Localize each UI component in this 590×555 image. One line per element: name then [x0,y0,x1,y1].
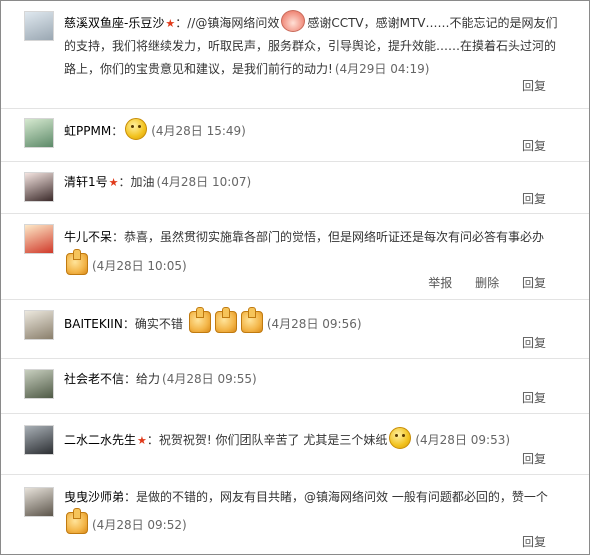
vip-star-icon: ★ [137,434,147,447]
reply-button[interactable]: 回复 [522,79,546,93]
comment-actions: 回复 [503,77,546,94]
thumbs-up-icon [188,307,211,333]
comment-username[interactable]: 慈溪双鱼座-乐豆沙 [64,16,164,30]
thumbs-up-icon [66,508,88,534]
comment-content: 二水二水先生★：祝贺祝贺! 你们团队辛苦了 尤其是三个妹纸 (4月28日 09:5… [64,427,559,452]
reply-button[interactable]: 回复 [522,391,546,405]
reply-button[interactable]: 回复 [522,276,546,290]
comment-username[interactable]: 清轩1号 [64,175,108,189]
comment-actions: 回复 [503,533,546,550]
vip-star-icon: ★ [108,176,119,189]
comment-username[interactable]: 曳曳沙师弟 [64,490,124,504]
reply-button[interactable]: 回复 [522,139,546,153]
reply-button[interactable]: 回复 [522,535,546,549]
comment-item: 社会老不信：给力 (4月28日 09:55) 回复 [1,359,589,414]
comment-username[interactable]: 二水二水先生 [64,433,136,447]
comment-item: 牛儿不呆：恭喜，虽然贯彻实施靠各部门的觉悟，但是网络听证还是每次有问必答有事必办… [1,214,589,300]
comment-content: 牛儿不呆：恭喜，虽然贯彻实施靠各部门的觉悟，但是网络听证还是每次有问必答有事必办… [64,230,545,275]
comment-username[interactable]: 社会老不信 [64,372,124,386]
comment-username[interactable]: BAITEKIIN [64,317,123,331]
comment-actions: 回复 [503,334,546,351]
comment-content: 虹PPMM： (4月28日 15:49) [64,118,559,143]
comment-time: (4月28日 09:56) [266,317,362,331]
avatar[interactable] [24,11,54,41]
shy-emoji-icon [389,427,412,449]
avatar[interactable] [24,224,54,254]
avatar[interactable] [24,118,54,148]
comment-actions: 回复 [503,190,546,207]
comment-text: 祝贺祝贺! 你们团队辛苦了 尤其是三个妹纸 [158,433,388,447]
thumbs-up-icon [240,307,263,333]
thumbs-up-icon [214,307,237,333]
comment-time: (4月28日 09:53) [415,433,511,447]
comment-username[interactable]: 虹PPMM [64,124,111,138]
avatar[interactable] [24,487,54,517]
comment-actions: 回复 [503,137,546,154]
thumbs-up-icon [66,249,88,275]
comment-item: 二水二水先生★：祝贺祝贺! 你们团队辛苦了 尤其是三个妹纸 (4月28日 09:5… [1,414,589,475]
comment-time: (4月28日 09:55) [162,372,257,386]
comment-item: 慈溪双鱼座-乐豆沙★：//@镇海网络问效 感谢CCTV，感谢MTV……不能忘记的是… [1,1,589,109]
comment-time: (4月29日 04:19) [334,62,430,76]
comment-text: 恭喜，虽然贯彻实施靠各部门的觉悟，但是网络听证还是每次有问必答有事必办 [124,230,545,244]
shy-emoji-icon [125,118,148,140]
comment-username[interactable]: 牛儿不呆 [64,230,112,244]
comment-content: 清轩1号★：加油 (4月28日 10:07) [64,175,252,189]
comment-content: BAITEKIIN：确实不错 (4月28日 09:56) [64,307,559,336]
comment-content: 社会老不信：给力 (4月28日 09:55) [64,372,257,386]
reply-button[interactable]: 回复 [522,452,546,466]
delete-button[interactable]: 删除 [475,276,499,290]
mention-link[interactable]: //@镇海网络问效 [187,16,279,30]
comment-text: 是做的不错的，网友有目共睹，@镇海网络问效 一般有问题都必回的，赞一个 [136,490,548,504]
reply-button[interactable]: 回复 [522,192,546,206]
avatar[interactable] [24,369,54,399]
comment-item: 曳曳沙师弟：是做的不错的，网友有目共睹，@镇海网络问效 一般有问题都必回的，赞一… [1,475,589,554]
comment-time: (4月28日 15:49) [151,124,246,138]
comment-text: 确实不错 [134,317,183,331]
comment-actions: 举报 删除 回复 [409,274,546,291]
comment-item: 虹PPMM： (4月28日 15:49) 回复 [1,109,589,162]
comment-list: 慈溪双鱼座-乐豆沙★：//@镇海网络问效 感谢CCTV，感谢MTV……不能忘记的是… [0,0,590,555]
comment-actions: 回复 [503,389,546,406]
comment-text: 加油 [130,175,155,189]
avatar[interactable] [24,310,54,340]
comment-time: (4月28日 10:07) [156,175,252,189]
comment-time: (4月28日 09:52) [92,518,187,532]
cartoon-emoji-icon [281,10,306,32]
comment-time: (4月28日 10:05) [92,259,187,273]
reply-button[interactable]: 回复 [522,336,546,350]
comment-text: 给力 [136,372,161,386]
comment-item: BAITEKIIN：确实不错 (4月28日 09:56) 回复 [1,300,589,359]
avatar[interactable] [24,425,54,455]
report-button[interactable]: 举报 [428,276,452,290]
vip-star-icon: ★ [165,17,176,30]
comment-actions: 回复 [503,450,546,467]
avatar[interactable] [24,172,54,202]
comment-item: 清轩1号★：加油 (4月28日 10:07) 回复 [1,162,589,214]
comment-content: 慈溪双鱼座-乐豆沙★：//@镇海网络问效 感谢CCTV，感谢MTV……不能忘记的是… [64,10,559,81]
comment-content: 曳曳沙师弟：是做的不错的，网友有目共睹，@镇海网络问效 一般有问题都必回的，赞一… [64,490,548,534]
